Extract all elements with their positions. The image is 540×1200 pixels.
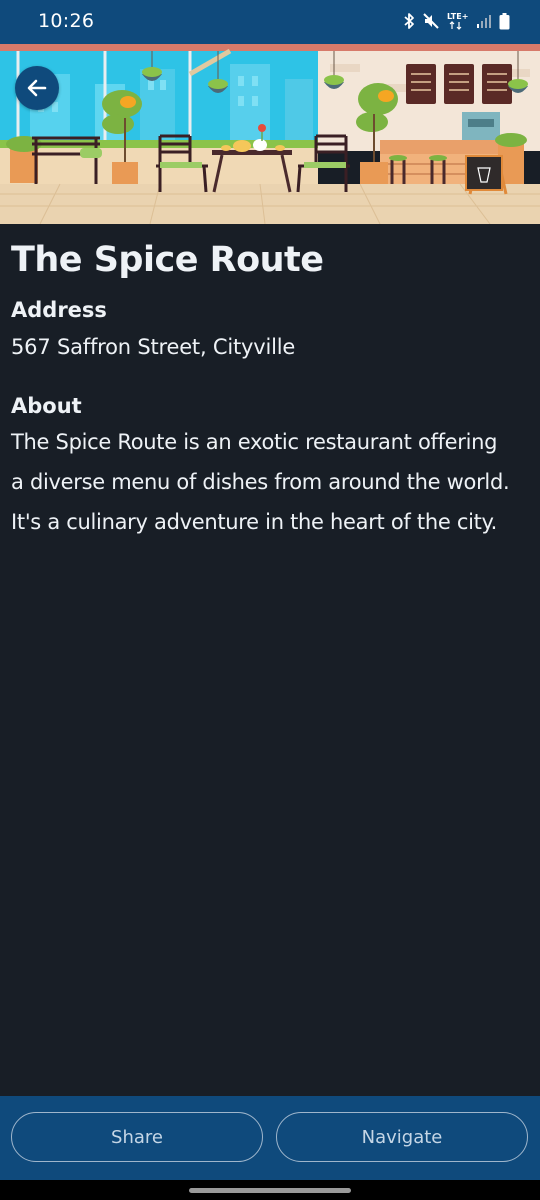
signal-icon — [476, 13, 492, 33]
about-line: The Spice Route is an exotic restaurant … — [11, 430, 498, 454]
status-icons: LTE+ — [403, 12, 510, 34]
bluetooth-icon — [403, 12, 415, 34]
system-nav-bar — [0, 1180, 540, 1200]
home-indicator[interactable] — [189, 1188, 351, 1193]
about-line: It's a culinary adventure in the heart o… — [11, 510, 498, 534]
about-description: The Spice Route is an exotic restaurant … — [11, 422, 531, 542]
bottom-action-bar: Share Navigate — [0, 1096, 540, 1180]
restaurant-details: The Spice Route Address 567 Saffron Stre… — [11, 230, 531, 542]
address-value: 567 Saffron Street, Cityville — [11, 335, 296, 359]
battery-icon — [499, 12, 510, 34]
hero-image — [0, 44, 540, 224]
lte-label: LTE+ — [447, 12, 468, 21]
navigate-button[interactable]: Navigate — [276, 1112, 528, 1162]
back-button[interactable] — [15, 66, 59, 110]
status-time: 10:26 — [38, 10, 95, 32]
status-bar: 10:26 LTE+ — [0, 0, 540, 44]
lte-icon: LTE+ — [447, 11, 469, 35]
about-line: a diverse menu of dishes from around the… — [11, 470, 510, 494]
restaurant-terrace-illustration — [0, 44, 540, 224]
restaurant-detail-screen: 10:26 LTE+ The Spice Route Address 567 S… — [0, 0, 540, 1200]
mute-icon — [422, 12, 440, 34]
restaurant-name: The Spice Route — [11, 240, 324, 280]
arrow-left-icon — [25, 76, 49, 100]
about-heading: About — [11, 394, 82, 418]
address-heading: Address — [11, 298, 107, 322]
share-button[interactable]: Share — [11, 1112, 263, 1162]
